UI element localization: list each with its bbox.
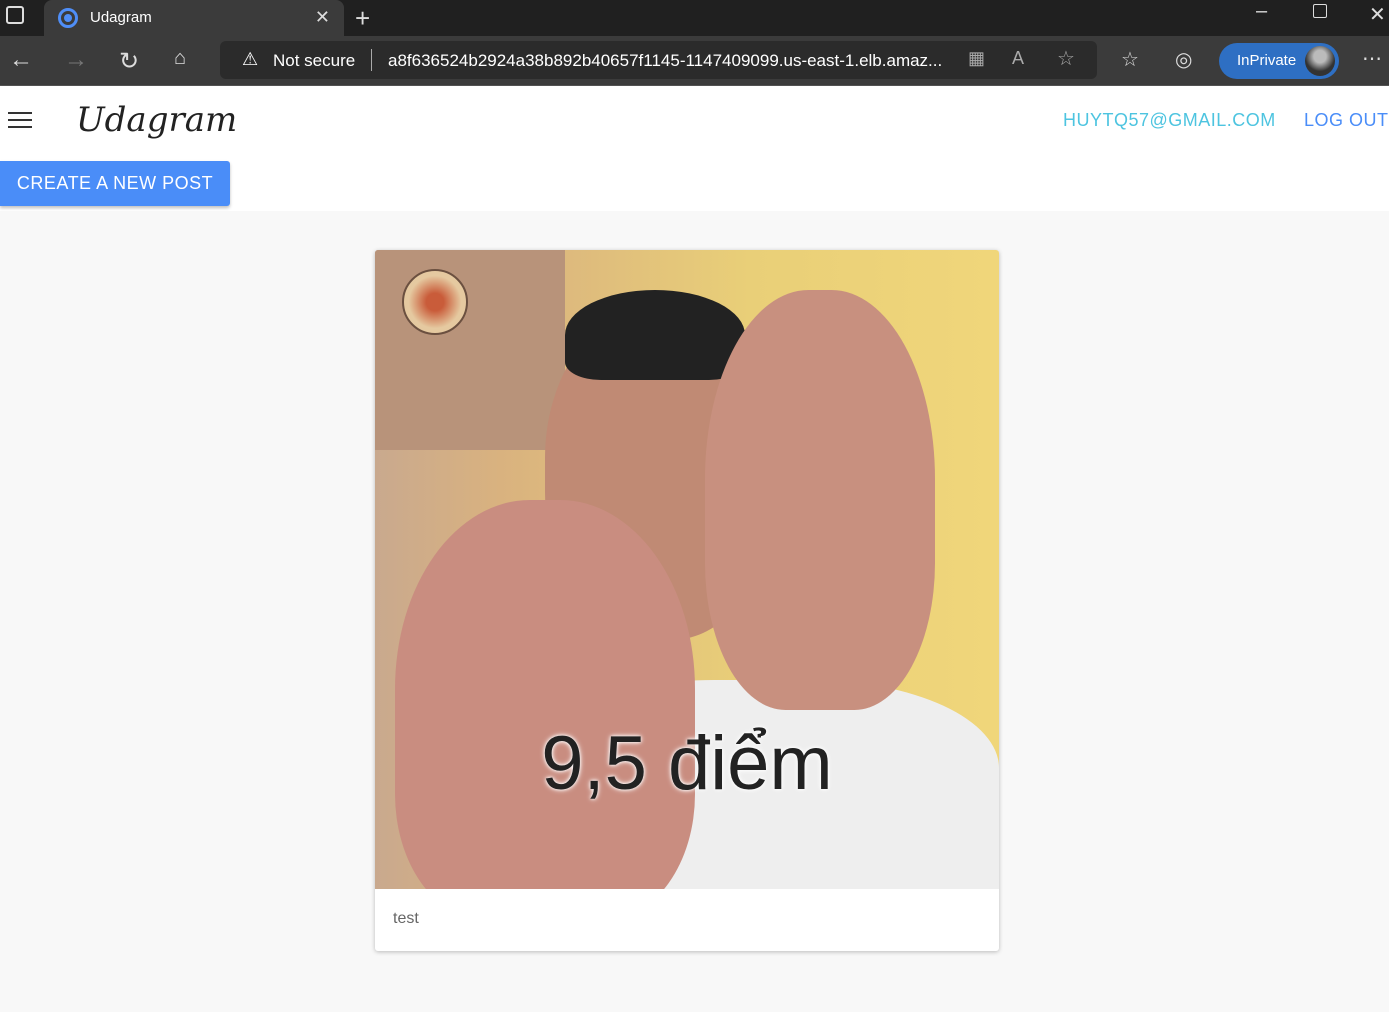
add-favorite-icon[interactable]: ☆ [1057, 46, 1075, 71]
home-icon[interactable]: ⌂ [174, 47, 186, 70]
menu-icon[interactable] [8, 112, 32, 130]
url-text[interactable]: a8f636524b2924a38b892b40657f1145-1147409… [388, 51, 942, 71]
inprivate-button[interactable]: InPrivate [1219, 43, 1339, 79]
ionic-favicon-icon [58, 8, 78, 28]
tab-udagram[interactable]: Udagram ✕ [44, 0, 344, 36]
not-secure-label[interactable]: Not secure [273, 51, 355, 71]
post-caption: test [393, 910, 419, 927]
warning-icon: ⚠ [242, 49, 259, 69]
logout-link[interactable]: LOG OUT [1304, 110, 1389, 131]
app-available-icon[interactable]: ▦ [968, 48, 985, 69]
forward-icon[interactable]: → [64, 46, 88, 74]
back-icon[interactable]: ← [9, 46, 33, 74]
profile-avatar [1305, 46, 1335, 76]
favorites-icon[interactable]: ☆ [1121, 47, 1139, 72]
post-card: 9,5 điểm test [375, 250, 999, 951]
close-tab-icon[interactable]: ✕ [315, 7, 330, 28]
new-tab-icon[interactable]: + [355, 3, 370, 34]
tab-actions-icon[interactable] [6, 6, 24, 24]
read-aloud-icon[interactable]: A [1012, 48, 1024, 69]
tab-title: Udagram [90, 9, 152, 26]
close-window-icon[interactable]: ✕ [1369, 2, 1386, 27]
user-email-link[interactable]: HUYTQ57@GMAIL.COM [1063, 110, 1276, 131]
more-icon[interactable]: ⋯ [1362, 46, 1382, 71]
maximize-icon[interactable] [1313, 4, 1327, 18]
browser-toolbar: ← → ↻ ⌂ ⚠ Not secure a8f636524b2924a38b8… [0, 36, 1389, 86]
app-header: Udagram HUYTQ57@GMAIL.COM LOG OUT [0, 86, 1389, 156]
divider [371, 49, 372, 71]
create-post-button[interactable]: CREATE A NEW POST [0, 161, 230, 206]
action-bar: CREATE A NEW POST [0, 156, 1389, 211]
address-bar[interactable]: ⚠ Not secure a8f636524b2924a38b892b40657… [220, 41, 1097, 79]
logo[interactable]: Udagram [76, 100, 237, 140]
image-overlay-text: 9,5 điểm [541, 721, 833, 806]
tab-bar: Udagram ✕ + – ✕ [0, 0, 1389, 36]
collections-icon[interactable]: ◎ [1175, 47, 1192, 72]
inprivate-label: InPrivate [1237, 52, 1297, 69]
refresh-icon[interactable]: ↻ [119, 47, 139, 76]
minimize-icon[interactable]: – [1256, 0, 1267, 23]
avatar [402, 269, 468, 335]
post-image: 9,5 điểm [375, 250, 999, 889]
